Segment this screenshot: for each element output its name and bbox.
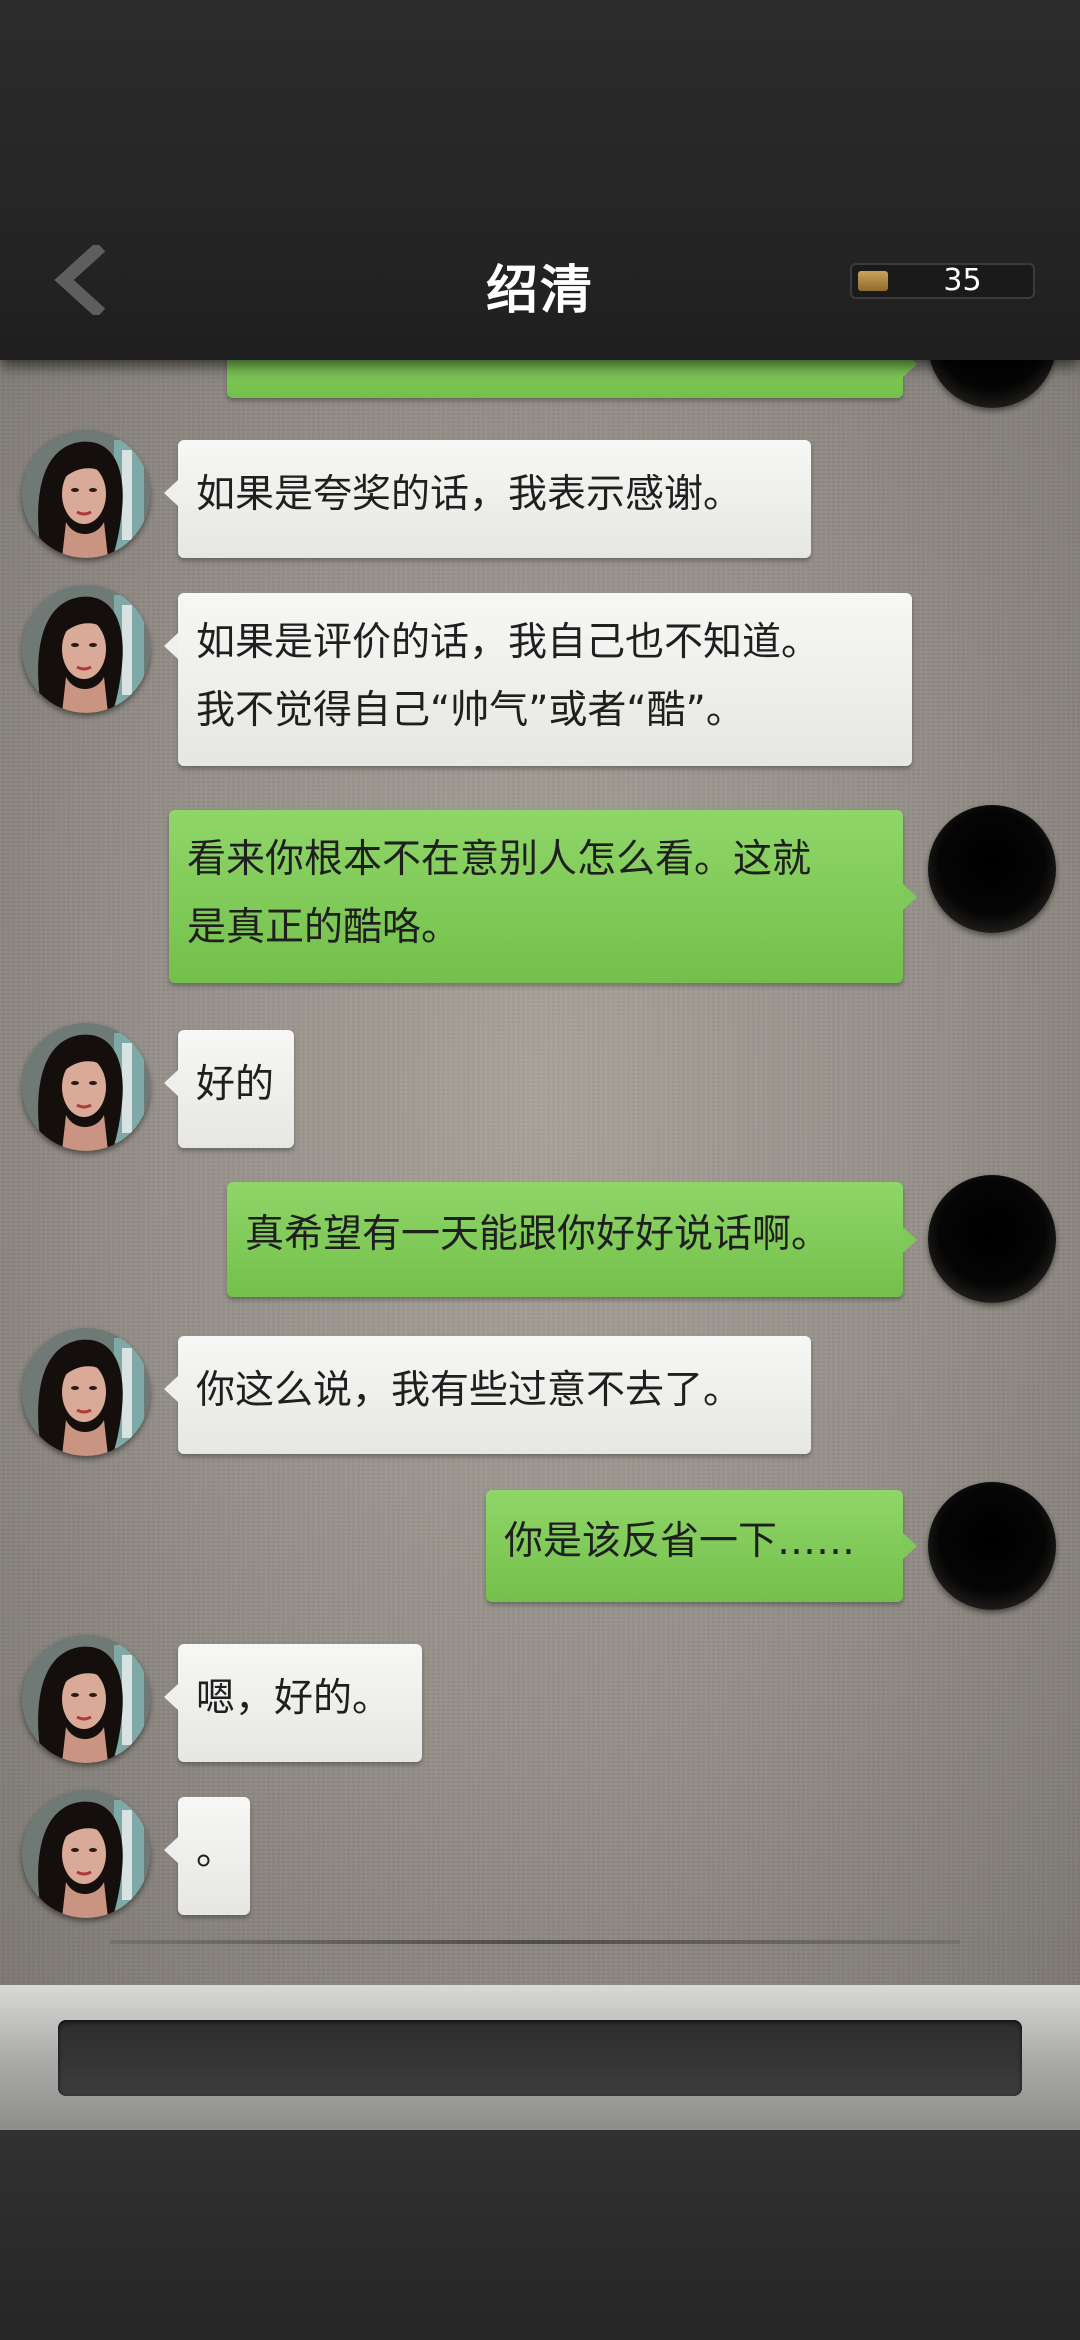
message-text: 如果是夸奖的话，我表示感谢。 — [196, 472, 743, 517]
message-text: 你是该反省一下…… — [504, 1519, 856, 1564]
chat-bubble-outgoing: 真希望有一天能跟你好好说话啊。 — [227, 1182, 917, 1297]
message-text: 真希望有一天能跟你好好说话啊。 — [245, 1212, 831, 1257]
top-bar: 绍清 35 — [0, 0, 1080, 360]
chat-bubble-incoming: 。 — [164, 1797, 250, 1915]
coin-icon — [858, 271, 888, 291]
contact-avatar — [22, 1635, 150, 1763]
contact-avatar — [22, 1790, 150, 1918]
message-text: 看来你根本不在意别人怎么看。这就 — [187, 837, 812, 882]
message-text: 好的 — [196, 1062, 275, 1107]
contact-avatar — [22, 1023, 150, 1151]
chat-bubble-incoming: 好的 — [164, 1030, 294, 1148]
player-avatar — [928, 1482, 1056, 1610]
contact-avatar — [22, 585, 150, 713]
currency-counter: 35 — [850, 263, 1035, 299]
chat-bubble-incoming: 你这么说，我有些过意不去了。 — [164, 1336, 811, 1454]
chat-bubble-outgoing: 看来你根本不在意别人怎么看。这就 是真正的酷咯。 — [169, 810, 917, 983]
chat-bubble-incoming: 如果是夸奖的话，我表示感谢。 — [164, 440, 811, 558]
message-text: 。 — [196, 1829, 236, 1874]
player-avatar — [928, 805, 1056, 933]
conversation-end-divider — [110, 1940, 960, 1944]
counter-value: 35 — [943, 263, 982, 298]
player-avatar — [928, 1175, 1056, 1303]
contact-avatar — [22, 430, 150, 558]
message-text: 嗯，好的。 — [196, 1676, 392, 1721]
bottom-panel — [0, 2130, 1080, 2340]
message-text: 你这么说，我有些过意不去了。 — [196, 1368, 743, 1413]
chat-bubble-outgoing: 你是该反省一下…… — [486, 1490, 917, 1602]
player-avatar — [928, 360, 1056, 408]
chat-bubble-partial — [227, 360, 917, 398]
chat-bubble-incoming: 嗯，好的。 — [164, 1644, 422, 1762]
message-text: 我不觉得自己“帅气”或者“酷”。 — [196, 688, 745, 733]
reply-input[interactable] — [58, 2020, 1022, 2096]
contact-avatar — [22, 1328, 150, 1456]
chat-bubble-incoming: 如果是评价的话，我自己也不知道。 我不觉得自己“帅气”或者“酷”。 — [164, 593, 912, 766]
message-text: 如果是评价的话，我自己也不知道。 — [196, 620, 821, 665]
message-text: 是真正的酷咯。 — [187, 905, 461, 950]
chat-area[interactable]: 如果是夸奖的话，我表示感谢。 如果是评价的话，我自己也不知道。 我不觉得自己“帅… — [0, 360, 1080, 1985]
